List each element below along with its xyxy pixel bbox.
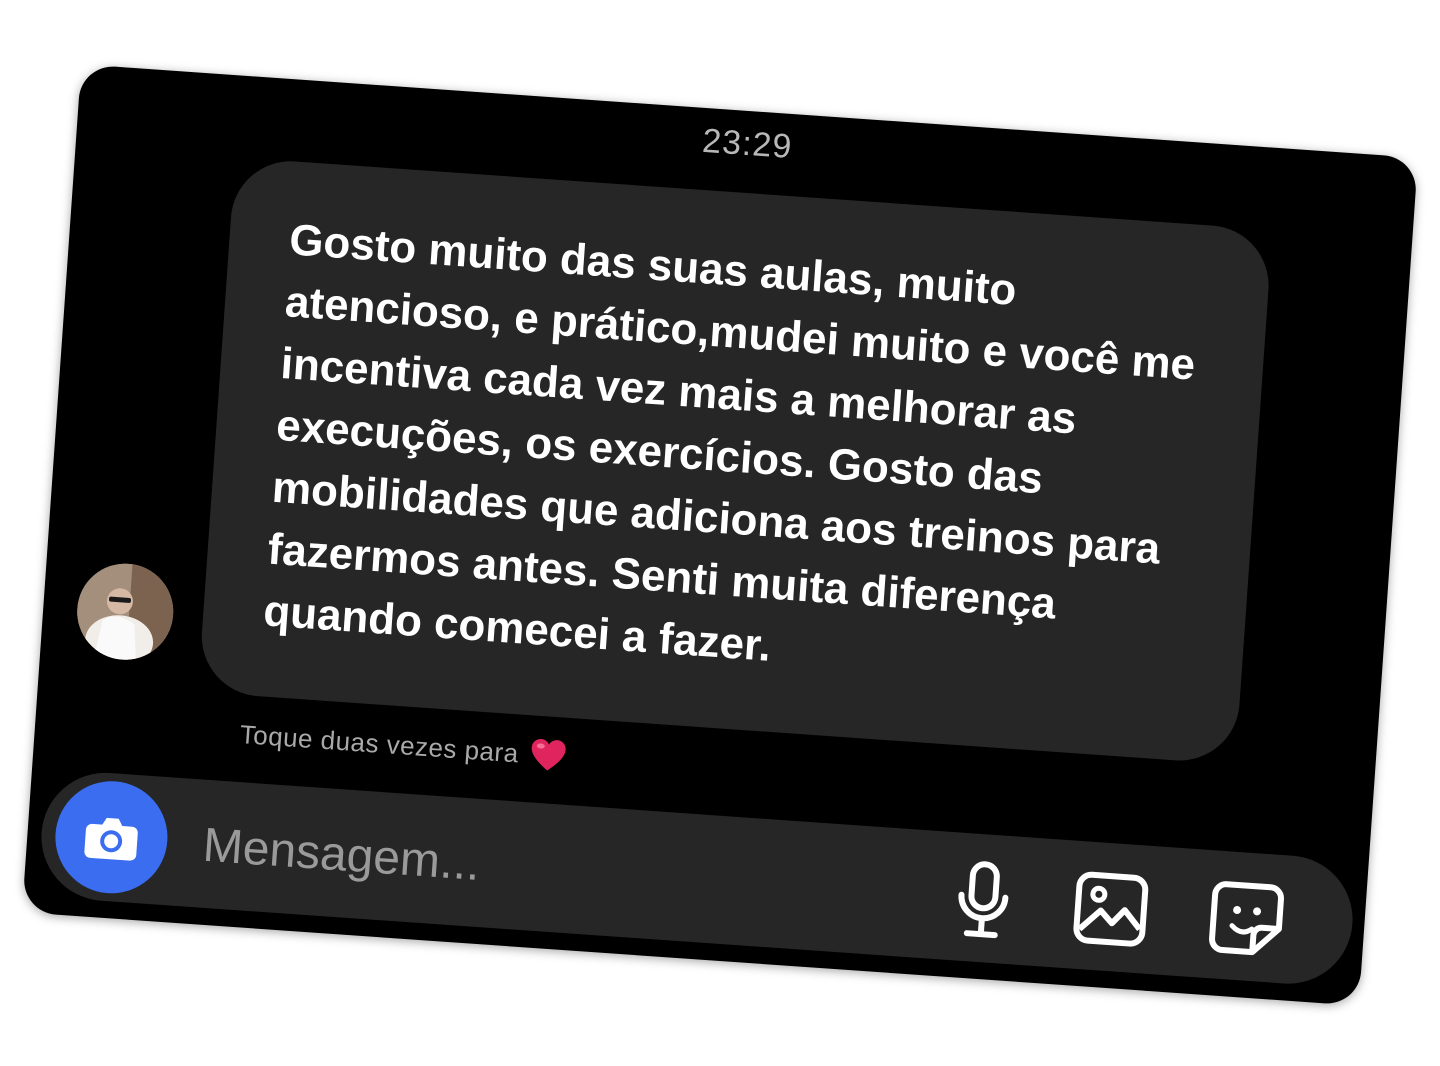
message-bubble[interactable]: Gosto muito das suas aulas, muito atenci… [197,157,1273,765]
sticker-icon [1209,881,1284,956]
microphone-icon [958,861,1009,939]
message-composer [37,768,1357,988]
gallery-icon [1073,871,1149,947]
message-input[interactable] [198,811,846,923]
chat-panel: 23:29 Gosto muito das suas aulas, muito … [21,64,1419,1006]
avatar-photo-icon [73,560,177,663]
camera-button[interactable] [51,777,172,898]
microphone-button[interactable] [938,855,1028,945]
sender-avatar[interactable] [73,560,177,663]
double-tap-hint-label: Toque duas vezes para [238,718,520,768]
message-text: Gosto muito das suas aulas, muito atenci… [261,215,1197,671]
screenshot-stage: 23:29 Gosto muito das suas aulas, muito … [0,0,1440,1066]
camera-icon [84,817,138,861]
gallery-button[interactable] [1066,864,1156,954]
heart-icon [529,737,567,773]
double-tap-hint: Toque duas vezes para [239,717,568,774]
sticker-button[interactable] [1202,874,1292,964]
